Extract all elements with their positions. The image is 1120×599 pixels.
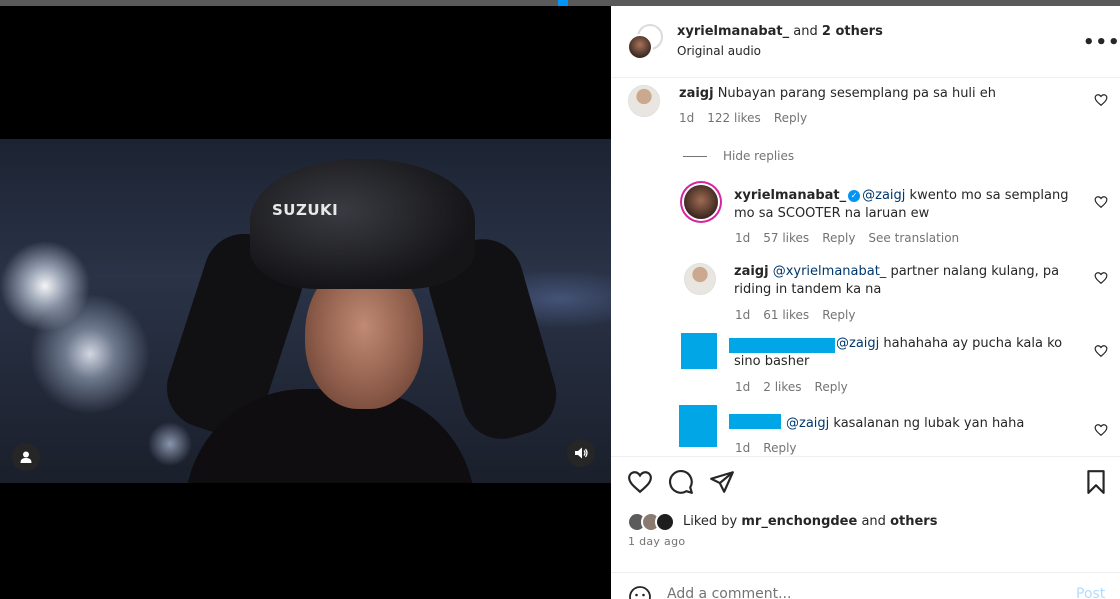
liker-avatar[interactable]	[655, 512, 675, 532]
emoji-icon[interactable]	[628, 585, 652, 599]
reply-reply-button[interactable]: Reply	[822, 231, 855, 245]
author-avatars[interactable]	[625, 24, 665, 64]
author-avatar[interactable]	[627, 34, 653, 60]
divider-line	[683, 156, 707, 157]
redacted-avatar	[679, 405, 717, 447]
post-authors: xyrielmanabat_ and 2 others	[677, 24, 883, 39]
authors-connector: and	[793, 24, 818, 39]
redacted-avatar	[681, 333, 717, 369]
reply-like-heart-icon[interactable]	[1094, 195, 1108, 209]
comment-item: zaigj Nubayan parang sesemplang pa sa hu…	[611, 79, 1120, 139]
reply-time[interactable]: 1d	[735, 231, 750, 245]
user-icon[interactable]	[12, 443, 40, 471]
reply-item: zaigj @xyrielmanabat_ partner nalang kul…	[611, 257, 1120, 323]
audio-link[interactable]: Original audio	[677, 44, 761, 58]
reply-meta: 1d Reply	[735, 441, 810, 455]
reply-mention[interactable]: @zaigj	[862, 188, 905, 203]
reply-likes[interactable]: 61 likes	[763, 308, 809, 322]
post-actions: Liked by mr_enchongdee and others 1 day …	[611, 456, 1120, 591]
liked-by-others-link[interactable]: others	[890, 514, 937, 529]
media-viewer[interactable]: SUZUKI	[0, 6, 611, 599]
comment-time[interactable]: 1d	[679, 111, 694, 125]
liked-by-connector: and	[861, 514, 886, 529]
reply-item: @zaigj hahahaha ay pucha kala ko sino ba…	[611, 329, 1120, 395]
reply-text: zaigj @xyrielmanabat_ partner nalang kul…	[734, 263, 1079, 299]
reply-body: hahahaha ay pucha kala ko sino basher	[734, 336, 1063, 369]
reply-text: @zaigj hahahaha ay pucha kala ko sino ba…	[734, 335, 1079, 371]
more-options-icon[interactable]: •••	[1083, 32, 1120, 53]
reply-time[interactable]: 1d	[735, 308, 750, 322]
author-username[interactable]: xyrielmanabat_	[677, 24, 789, 39]
reply-reply-button[interactable]: Reply	[763, 441, 796, 455]
reply-text: xyrielmanabat_ ✓ @zaigj kwento mo sa sempl…	[734, 187, 1079, 223]
reply-avatar[interactable]	[684, 263, 716, 295]
post-timestamp[interactable]: 1 day ago	[628, 535, 685, 548]
reply-item: xyrielmanabat_ ✓ @zaigj kwento mo sa sempl…	[611, 179, 1120, 249]
comment-username[interactable]: zaigj	[679, 86, 714, 101]
reply-avatar[interactable]	[684, 185, 718, 219]
comment-reply-button[interactable]: Reply	[774, 111, 807, 125]
post-side-panel: xyrielmanabat_ and 2 others Original aud…	[611, 6, 1120, 599]
comment-avatar[interactable]	[628, 85, 660, 117]
reply-time[interactable]: 1d	[735, 380, 750, 394]
reply-meta: 1d 2 likes Reply	[735, 380, 861, 394]
hide-replies-label[interactable]: Hide replies	[723, 149, 794, 163]
comment-meta: 1d 122 likes Reply	[679, 111, 820, 125]
reply-item: @zaigj kasalanan ng lubak yan haha 1d Rep…	[611, 399, 1120, 456]
reply-reply-button[interactable]: Reply	[815, 380, 848, 394]
reply-username[interactable]: zaigj	[734, 264, 769, 279]
comments-list[interactable]: zaigj Nubayan parang sesemplang pa sa hu…	[611, 79, 1120, 456]
reply-meta: 1d 61 likes Reply	[735, 308, 868, 322]
comment-text: zaigj Nubayan parang sesemplang pa sa hu…	[679, 85, 1079, 103]
reply-likes[interactable]: 57 likes	[763, 231, 809, 245]
liked-by-text: Liked by mr_enchongdee and others	[683, 514, 937, 529]
video-frame[interactable]: SUZUKI	[0, 139, 611, 483]
reply-username[interactable]: xyrielmanabat_	[734, 188, 846, 203]
comment-icon[interactable]	[668, 469, 694, 495]
other-authors-link[interactable]: 2 others	[822, 24, 883, 39]
reply-body: kasalanan ng lubak yan haha	[829, 416, 1025, 431]
reply-like-heart-icon[interactable]	[1094, 271, 1108, 285]
post-comment-button[interactable]: Post	[1076, 586, 1105, 599]
see-translation-button[interactable]: See translation	[868, 231, 959, 245]
post-header: xyrielmanabat_ and 2 others Original aud…	[611, 6, 1120, 78]
like-heart-icon[interactable]	[627, 469, 653, 495]
liked-by-prefix: Liked by	[683, 514, 738, 529]
reply-like-heart-icon[interactable]	[1094, 423, 1108, 437]
reply-mention[interactable]: @zaigj	[786, 416, 829, 431]
hide-replies-button[interactable]: Hide replies	[683, 149, 794, 163]
verified-badge-icon: ✓	[848, 190, 861, 202]
reply-mention[interactable]: @zaigj	[836, 336, 879, 351]
reply-mention[interactable]: @xyrielmanabat_	[773, 264, 887, 279]
helmet-brand-text: SUZUKI	[272, 201, 339, 219]
video-subject-helmet	[250, 159, 475, 289]
liked-by-user-link[interactable]: mr_enchongdee	[741, 514, 857, 529]
reply-reply-button[interactable]: Reply	[822, 308, 855, 322]
share-send-icon[interactable]	[709, 469, 735, 495]
reply-meta: 1d 57 likes Reply See translation	[735, 231, 972, 245]
speaker-icon[interactable]	[567, 439, 595, 467]
reply-time[interactable]: 1d	[735, 441, 750, 455]
reply-text: @zaigj kasalanan ng lubak yan haha	[734, 415, 1079, 433]
add-comment-bar: Post	[611, 572, 1120, 599]
save-bookmark-icon[interactable]	[1083, 469, 1109, 495]
comment-like-heart-icon[interactable]	[1094, 93, 1108, 107]
comment-body: Nubayan parang sesemplang pa sa huli eh	[717, 86, 997, 101]
comment-input[interactable]	[667, 583, 1047, 599]
comment-likes[interactable]: 122 likes	[707, 111, 761, 125]
reply-likes[interactable]: 2 likes	[763, 380, 801, 394]
reply-like-heart-icon[interactable]	[1094, 344, 1108, 358]
liked-by-avatars[interactable]	[627, 512, 687, 532]
